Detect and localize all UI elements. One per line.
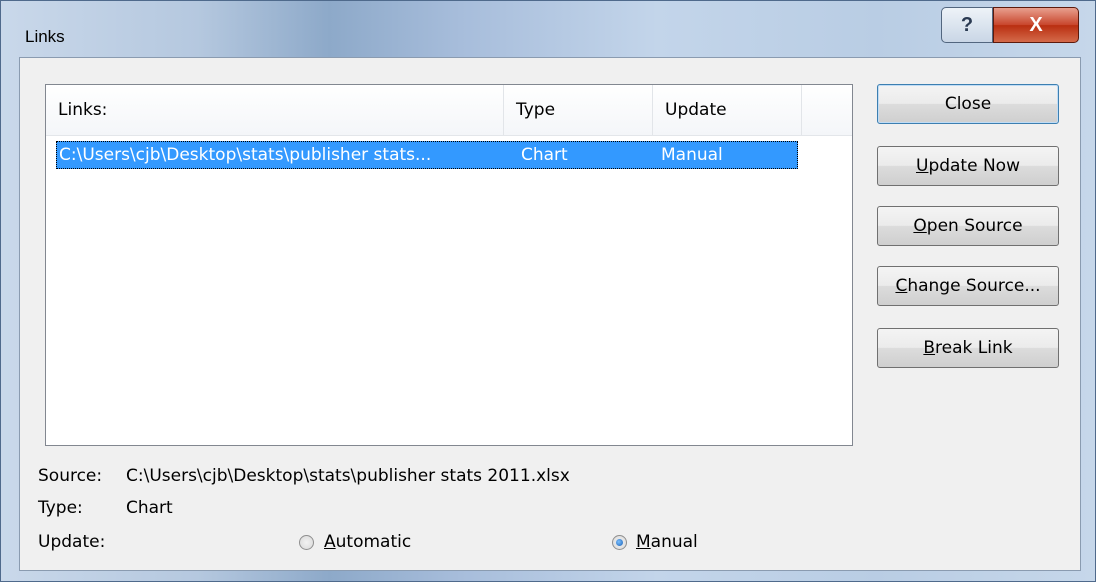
title-bar[interactable]: Links ? X xyxy=(1,1,1096,57)
open-source-button[interactable]: Open Source xyxy=(877,206,1059,246)
row-update: Manual xyxy=(661,145,723,165)
row-type: Chart xyxy=(521,145,568,165)
row-link-path: C:\Users\cjb\Desktop\stats\publisher sta… xyxy=(59,145,432,165)
update-label: Update: xyxy=(38,532,106,552)
help-icon: ? xyxy=(960,13,974,36)
close-button[interactable]: Close xyxy=(877,84,1059,124)
links-list[interactable]: Links: Type Update C:\Users\cjb\Desktop\… xyxy=(45,84,853,446)
window-close-button[interactable]: X xyxy=(993,7,1079,43)
change-source-button[interactable]: Change Source... xyxy=(877,266,1059,306)
list-header: Links: Type Update xyxy=(46,85,852,136)
manual-label[interactable]: Manual xyxy=(636,532,698,552)
type-value: Chart xyxy=(126,498,173,518)
break-link-button[interactable]: Break Link xyxy=(877,328,1059,368)
column-header-links[interactable]: Links: xyxy=(46,85,503,135)
dialog-client-area: Links: Type Update C:\Users\cjb\Desktop\… xyxy=(19,57,1081,571)
manual-radio[interactable] xyxy=(612,535,627,550)
automatic-label[interactable]: Automatic xyxy=(324,532,411,552)
update-now-button[interactable]: Update Now xyxy=(877,146,1059,186)
column-header-type[interactable]: Type xyxy=(504,85,652,135)
source-label: Source: xyxy=(38,466,103,486)
close-icon: X xyxy=(1029,13,1043,36)
window-title: Links xyxy=(25,27,65,46)
dialog-window: Links ? X Links: Type Update C:\Users\cj… xyxy=(0,0,1096,582)
column-header-update[interactable]: Update xyxy=(653,85,801,135)
type-label: Type: xyxy=(38,498,83,518)
list-row-selected[interactable]: C:\Users\cjb\Desktop\stats\publisher sta… xyxy=(56,141,798,169)
column-divider[interactable] xyxy=(801,85,802,135)
automatic-radio[interactable] xyxy=(299,535,314,550)
source-value: C:\Users\cjb\Desktop\stats\publisher sta… xyxy=(126,466,570,486)
help-button[interactable]: ? xyxy=(941,7,993,43)
